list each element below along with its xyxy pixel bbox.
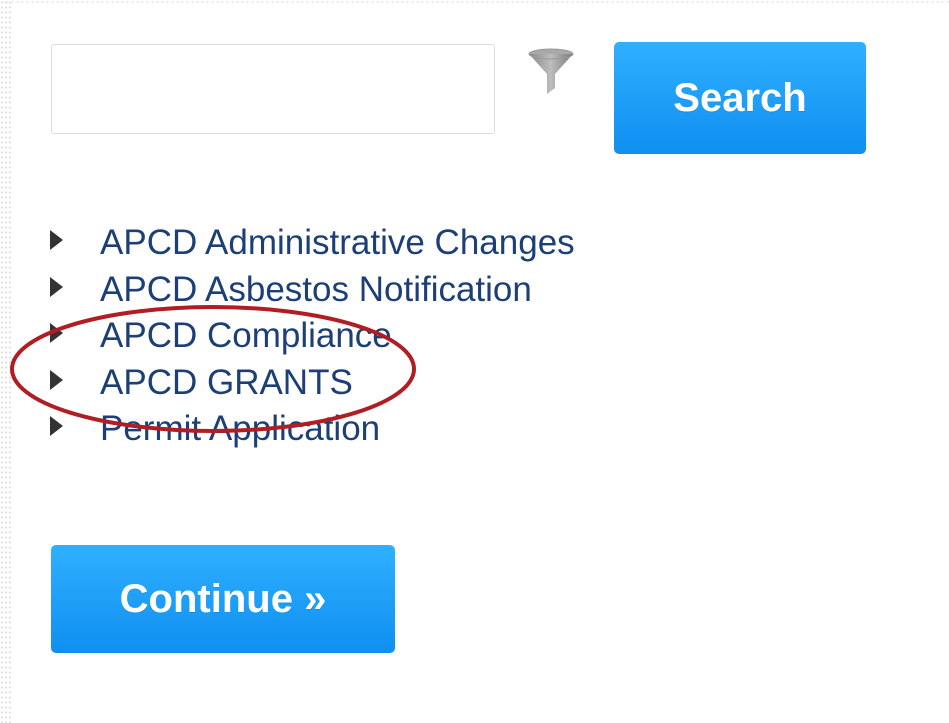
record-type-label[interactable]: APCD GRANTS: [100, 363, 353, 403]
page-border-left: [0, 0, 12, 723]
record-type-item[interactable]: Permit Application: [50, 406, 575, 453]
record-type-item[interactable]: APCD Compliance: [50, 313, 575, 360]
record-type-label[interactable]: APCD Compliance: [100, 316, 392, 356]
continue-button-label: Continue »: [119, 576, 327, 621]
continue-button[interactable]: Continue »: [51, 545, 395, 653]
record-type-label[interactable]: APCD Administrative Changes: [100, 223, 575, 263]
record-type-item[interactable]: APCD GRANTS: [50, 360, 575, 407]
record-type-list: APCD Administrative Changes APCD Asbesto…: [50, 220, 575, 453]
record-type-label[interactable]: APCD Asbestos Notification: [100, 270, 532, 310]
record-type-item[interactable]: APCD Asbestos Notification: [50, 267, 575, 314]
search-button-label: Search: [673, 75, 807, 120]
triangle-right-icon: [50, 323, 63, 344]
triangle-right-icon: [50, 230, 63, 251]
filter-icon[interactable]: [526, 46, 576, 98]
triangle-right-icon: [50, 276, 63, 297]
triangle-right-icon: [50, 369, 63, 390]
page-border-top: [0, 0, 949, 4]
triangle-right-icon: [50, 416, 63, 437]
search-input[interactable]: [51, 44, 495, 134]
record-type-label[interactable]: Permit Application: [100, 409, 380, 449]
search-button[interactable]: Search: [614, 42, 866, 154]
record-type-item[interactable]: APCD Administrative Changes: [50, 220, 575, 267]
